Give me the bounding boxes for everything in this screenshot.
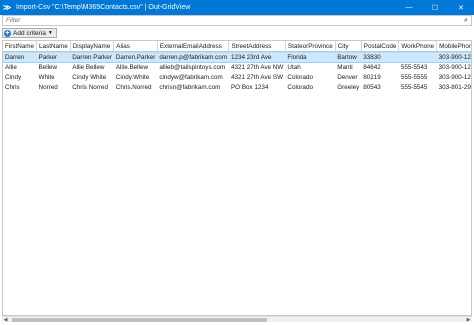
- table-cell: Chris.Norred: [115, 83, 152, 91]
- table-cell: Cindy.White: [115, 73, 150, 81]
- table-cell: 555-5543: [400, 63, 428, 71]
- table-cell: 303-900-1234: [436, 52, 471, 62]
- filter-box: ⌕: [2, 15, 472, 26]
- table-cell: 33830: [361, 52, 399, 62]
- table-cell: Bartow: [335, 52, 362, 62]
- table-cell: 80543: [363, 83, 381, 91]
- window-title: Import-Csv "C:\Temp\M365Contacts.csv" | …: [16, 4, 191, 11]
- header-row: FirstName LastName DisplayName Alias Externa…: [3, 41, 471, 53]
- table-cell: [398, 52, 437, 62]
- search-icon: ⌕: [464, 16, 468, 24]
- table-cell: cindyw@fabrikam.com: [159, 73, 223, 81]
- scroll-left-icon[interactable]: ◀: [2, 317, 9, 323]
- column-header[interactable]: WorkPhone: [398, 41, 438, 53]
- add-criteria-button[interactable]: + Add criteria ▼: [2, 28, 57, 38]
- table-cell: 84642: [363, 63, 381, 71]
- table-cell: Utah: [287, 63, 301, 71]
- plus-icon: +: [4, 29, 11, 37]
- filter-input[interactable]: [3, 16, 461, 25]
- table-row[interactable]: Allie Bellew Allie Bellew Allie.Bellew allie…: [3, 62, 471, 72]
- table-row[interactable]: Cindy White Cindy White Cindy.White cindyw@f…: [3, 72, 471, 82]
- table-cell: 303-900-1235: [438, 63, 471, 71]
- maximize-button[interactable]: ☐: [422, 0, 448, 15]
- results-grid: FirstName LastName DisplayName Alias Externa…: [2, 40, 472, 316]
- table-cell: Florida: [285, 52, 336, 62]
- table-cell: Colorado: [287, 73, 313, 81]
- close-button[interactable]: ✕: [448, 0, 474, 15]
- title-bar: ≫ Import-Csv "C:\Temp\M365Contacts.csv" …: [0, 0, 474, 15]
- table-cell: chrisn@fabrikam.com: [159, 83, 221, 91]
- table-cell: Manti: [337, 63, 353, 71]
- table-cell: Bellew: [38, 63, 58, 71]
- column-header[interactable]: ExternalEmailAddress: [157, 41, 230, 53]
- table-cell: Chris: [5, 83, 20, 91]
- table-cell: Cindy White: [72, 73, 107, 81]
- powershell-icon: ≫: [2, 3, 12, 12]
- column-header[interactable]: City: [335, 41, 362, 53]
- chevron-down-icon: ▼: [47, 30, 53, 36]
- column-header[interactable]: LastName: [36, 41, 71, 53]
- minimize-button[interactable]: —: [396, 0, 422, 15]
- table-cell: Colorado: [287, 83, 313, 91]
- table-cell: 4321 27th Ave NW: [230, 63, 284, 71]
- table-cell: allieb@tailspintoys.com: [159, 63, 226, 71]
- table-row[interactable]: Darren Parker Darren Parker Darren.Parker da…: [3, 51, 471, 63]
- table-cell: Norred: [38, 83, 58, 91]
- table-cell: 555-5545: [400, 83, 428, 91]
- table-cell: Cindy: [5, 73, 22, 81]
- table-cell: Allie: [5, 63, 17, 71]
- scroll-right-icon[interactable]: ▶: [465, 317, 472, 323]
- table-cell: 4321 27th Ave SW: [230, 73, 284, 81]
- column-header[interactable]: StateorProvince: [285, 41, 336, 53]
- table-cell: Greeley: [337, 83, 360, 91]
- table-cell: White: [38, 73, 55, 81]
- table-cell: 303-801-2929: [438, 83, 471, 91]
- scrollbar-thumb[interactable]: [12, 318, 267, 322]
- column-header[interactable]: DisplayName: [70, 41, 115, 53]
- table-cell: Darren: [3, 52, 37, 62]
- table-cell: Darren.Parker: [113, 52, 158, 62]
- column-header[interactable]: FirstName: [3, 41, 38, 53]
- table-cell: 1234 23rd Ave: [228, 52, 286, 62]
- table-cell: Allie.Bellew: [115, 63, 148, 71]
- table-cell: Darren Parker: [70, 52, 114, 62]
- table-cell: 303-900-1236: [438, 73, 471, 81]
- column-header[interactable]: PostalCode: [361, 41, 400, 53]
- column-header[interactable]: MobilePhone: [436, 41, 471, 53]
- add-criteria-label: Add criteria: [13, 29, 46, 37]
- table-row[interactable]: Chris Norred Chris Norred Chris.Norred chris…: [3, 82, 471, 92]
- table-cell: 555-5555: [400, 73, 428, 81]
- column-header[interactable]: Alias: [113, 41, 158, 53]
- table-cell: Chris Norred: [72, 83, 108, 91]
- table-cell: 80219: [363, 73, 381, 81]
- data-table: FirstName LastName DisplayName Alias Externa…: [3, 41, 471, 92]
- table-cell: darren.p@fabrikam.com: [157, 52, 229, 62]
- table-cell: Denver: [337, 73, 358, 81]
- table-cell: Parker: [36, 52, 71, 62]
- table-cell: PO Box 1234: [230, 83, 269, 91]
- horizontal-scrollbar[interactable]: ◀ ▶: [2, 316, 472, 323]
- table-cell: Allie Bellew: [72, 63, 105, 71]
- column-header[interactable]: StreetAddress: [228, 41, 286, 53]
